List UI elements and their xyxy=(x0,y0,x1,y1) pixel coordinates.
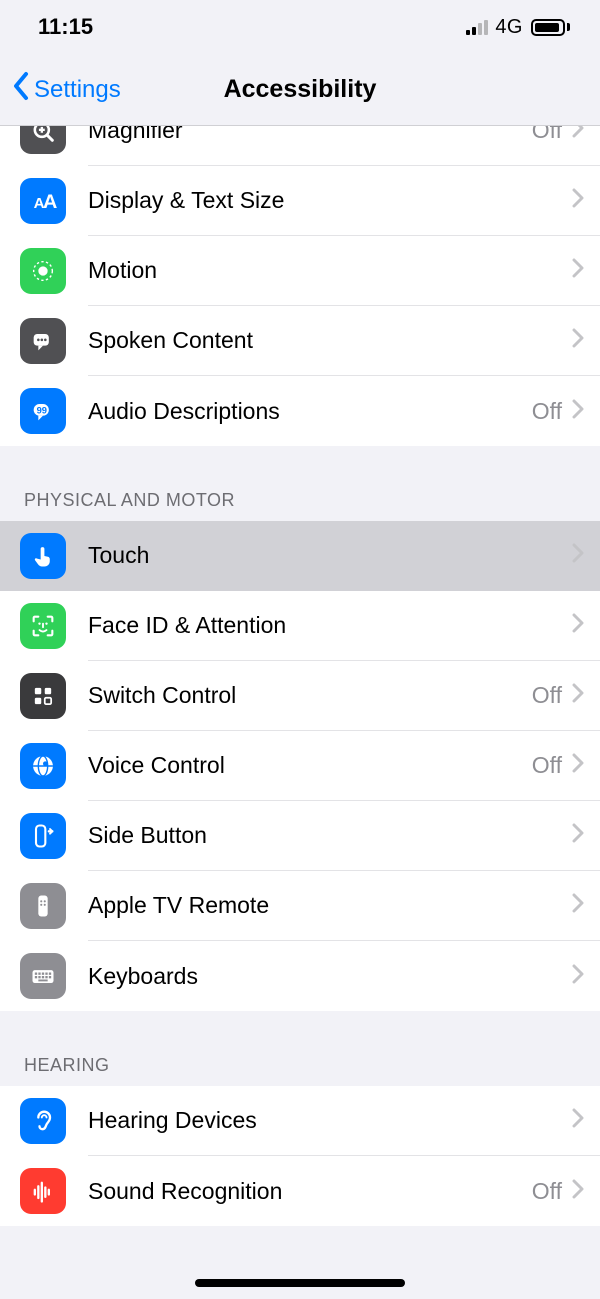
chevron-right-icon xyxy=(572,1179,584,1204)
face-id-icon xyxy=(20,603,66,649)
chevron-right-icon xyxy=(572,543,584,568)
list-item-value: Off xyxy=(532,398,562,425)
list-item-label: Touch xyxy=(88,542,149,569)
motion-icon xyxy=(20,248,66,294)
hearing-devices-icon xyxy=(20,1098,66,1144)
list-item-label: Side Button xyxy=(88,822,207,849)
chevron-right-icon xyxy=(572,1108,584,1133)
list-item-label: Keyboards xyxy=(88,963,198,990)
list-item-label: Magnifier xyxy=(88,126,183,144)
network-type: 4G xyxy=(495,16,523,39)
chevron-right-icon xyxy=(572,613,584,638)
list-item-apple-tv-remote[interactable]: Apple TV Remote xyxy=(0,871,600,941)
section-physical-and-motor: Touch Face ID & Attention Switch Control Of… xyxy=(0,521,600,1011)
list-item-label: Voice Control xyxy=(88,752,225,779)
side-button-icon xyxy=(20,813,66,859)
list-item-value: Off xyxy=(532,752,562,779)
list-item-spoken-content[interactable]: Spoken Content xyxy=(0,306,600,376)
magnifier-icon xyxy=(20,126,66,154)
list-item-label: Motion xyxy=(88,257,157,284)
list-item-label: Face ID & Attention xyxy=(88,612,286,639)
section-vision: Magnifier Off AA Display & Text Size Motion S… xyxy=(0,126,600,446)
switch-control-icon xyxy=(20,673,66,719)
status-bar: 11:15 4G xyxy=(0,0,600,54)
list-item-keyboards[interactable]: Keyboards xyxy=(0,941,600,1011)
settings-list[interactable]: Magnifier Off AA Display & Text Size Motion S… xyxy=(0,126,600,1299)
list-item-value: Off xyxy=(532,682,562,709)
home-indicator[interactable] xyxy=(195,1279,405,1287)
chevron-right-icon xyxy=(572,964,584,989)
chevron-right-icon xyxy=(572,126,584,143)
back-button[interactable]: Settings xyxy=(0,71,121,108)
display-text-size-icon: AA xyxy=(20,178,66,224)
spoken-content-icon xyxy=(20,318,66,364)
chevron-right-icon xyxy=(572,683,584,708)
page-title: Accessibility xyxy=(224,75,377,104)
svg-text:A: A xyxy=(43,191,57,213)
list-item-display-text-size[interactable]: AA Display & Text Size xyxy=(0,166,600,236)
list-item-motion[interactable]: Motion xyxy=(0,236,600,306)
chevron-right-icon xyxy=(572,753,584,778)
status-time: 11:15 xyxy=(38,14,93,40)
list-item-sound-recognition[interactable]: Sound Recognition Off xyxy=(0,1156,600,1226)
nav-bar: Settings Accessibility xyxy=(0,54,600,126)
list-item-label: Hearing Devices xyxy=(88,1107,257,1134)
list-item-magnifier[interactable]: Magnifier Off xyxy=(0,126,600,166)
list-item-label: Apple TV Remote xyxy=(88,892,269,919)
list-item-voice-control[interactable]: Voice Control Off xyxy=(0,731,600,801)
list-item-touch[interactable]: Touch xyxy=(0,521,600,591)
section-header-hearing: Hearing xyxy=(0,1011,600,1086)
list-item-label: Spoken Content xyxy=(88,327,253,354)
battery-icon xyxy=(531,19,570,36)
list-item-label: Display & Text Size xyxy=(88,187,284,214)
status-indicators: 4G xyxy=(466,16,570,39)
keyboards-icon xyxy=(20,953,66,999)
list-item-audio-descriptions[interactable]: 99 Audio Descriptions Off xyxy=(0,376,600,446)
list-item-face-id[interactable]: Face ID & Attention xyxy=(0,591,600,661)
chevron-right-icon xyxy=(572,258,584,283)
touch-icon xyxy=(20,533,66,579)
list-item-hearing-devices[interactable]: Hearing Devices xyxy=(0,1086,600,1156)
list-item-side-button[interactable]: Side Button xyxy=(0,801,600,871)
list-item-switch-control[interactable]: Switch Control Off xyxy=(0,661,600,731)
voice-control-icon xyxy=(20,743,66,789)
chevron-left-icon xyxy=(12,71,32,108)
section-header-physical-and-motor: Physical and Motor xyxy=(0,446,600,521)
list-item-value: Off xyxy=(532,126,562,144)
list-item-value: Off xyxy=(532,1178,562,1205)
list-item-label: Switch Control xyxy=(88,682,236,709)
chevron-right-icon xyxy=(572,823,584,848)
list-item-label: Audio Descriptions xyxy=(88,398,280,425)
chevron-right-icon xyxy=(572,893,584,918)
audio-descriptions-icon: 99 xyxy=(20,388,66,434)
back-label: Settings xyxy=(34,76,121,104)
apple-tv-remote-icon xyxy=(20,883,66,929)
svg-text:99: 99 xyxy=(37,405,47,415)
section-hearing: Hearing Devices Sound Recognition Off xyxy=(0,1086,600,1226)
list-item-label: Sound Recognition xyxy=(88,1178,282,1205)
sound-recognition-icon xyxy=(20,1168,66,1214)
chevron-right-icon xyxy=(572,328,584,353)
chevron-right-icon xyxy=(572,399,584,424)
chevron-right-icon xyxy=(572,188,584,213)
cellular-signal-icon xyxy=(466,19,488,35)
